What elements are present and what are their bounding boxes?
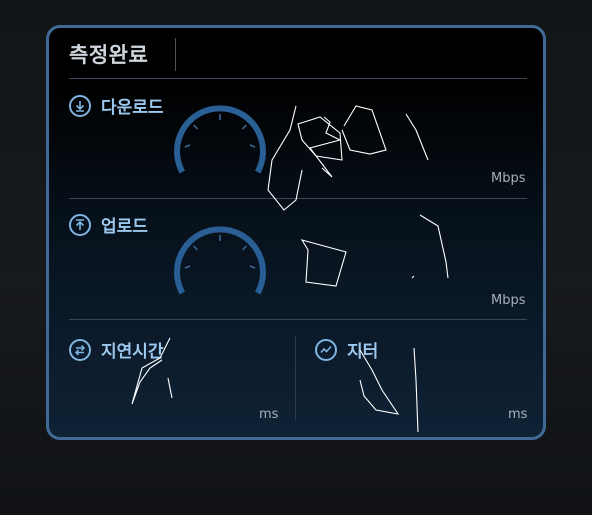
divider-top: [69, 78, 527, 79]
download-gauge: [174, 105, 266, 174]
divider-upload: [69, 319, 527, 320]
download-icon: [69, 94, 91, 117]
result-card: 측정완료 다운로드 Mbps 업로드 Mbps 지연시간 ms 지터 ms: [46, 25, 546, 440]
upload-label: 업로드: [101, 217, 148, 237]
divider-download: [69, 198, 527, 199]
jitter-unit: ms: [508, 407, 528, 422]
jitter-label: 지터: [347, 342, 379, 362]
latency-section-label: 지연시간: [69, 337, 164, 362]
latency-label: 지연시간: [101, 342, 164, 362]
upload-gauge: [174, 226, 266, 295]
jitter-section-label: 지터: [315, 337, 378, 362]
swap-arrows-icon: [69, 338, 91, 361]
upload-unit: Mbps: [491, 293, 526, 308]
latency-unit: ms: [259, 407, 279, 422]
upload-icon: [69, 213, 91, 236]
bottom-divider: [295, 336, 296, 420]
download-unit: Mbps: [491, 171, 526, 186]
upload-section-label: 업로드: [69, 212, 148, 237]
title-divider: [175, 38, 176, 71]
download-label: 다운로드: [101, 98, 164, 118]
title-bar: 측정완료: [49, 28, 543, 78]
page-title: 측정완료: [69, 43, 149, 67]
download-section-label: 다운로드: [69, 93, 164, 118]
trend-line-icon: [315, 338, 337, 361]
